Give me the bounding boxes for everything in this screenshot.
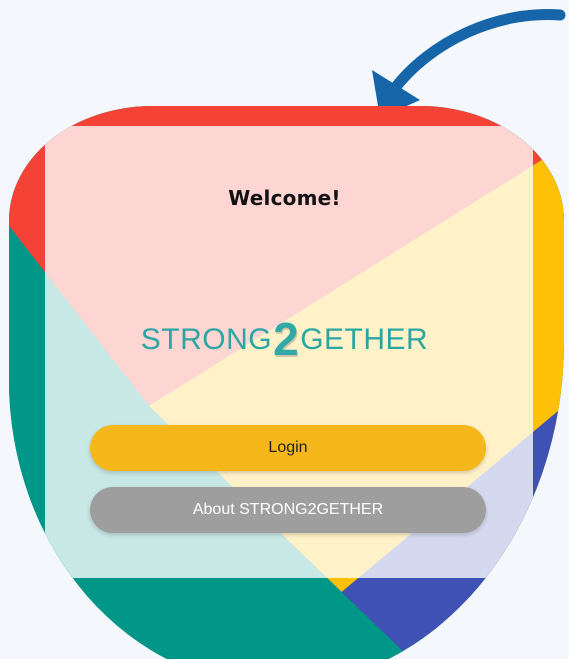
logo-text-strong: STRONG xyxy=(140,323,273,356)
strong2gether-logo: STRONG2GETHER xyxy=(0,306,569,365)
screenshot-canvas: Welcome! STRONG2GETHER Login About STRON… xyxy=(0,0,569,659)
login-button[interactable]: Login xyxy=(90,425,486,471)
logo-digit-2: 2 xyxy=(273,313,300,365)
welcome-heading: Welcome! xyxy=(228,186,341,210)
about-button[interactable]: About STRONG2GETHER xyxy=(90,487,486,533)
logo-text-gether: GETHER xyxy=(300,323,429,356)
